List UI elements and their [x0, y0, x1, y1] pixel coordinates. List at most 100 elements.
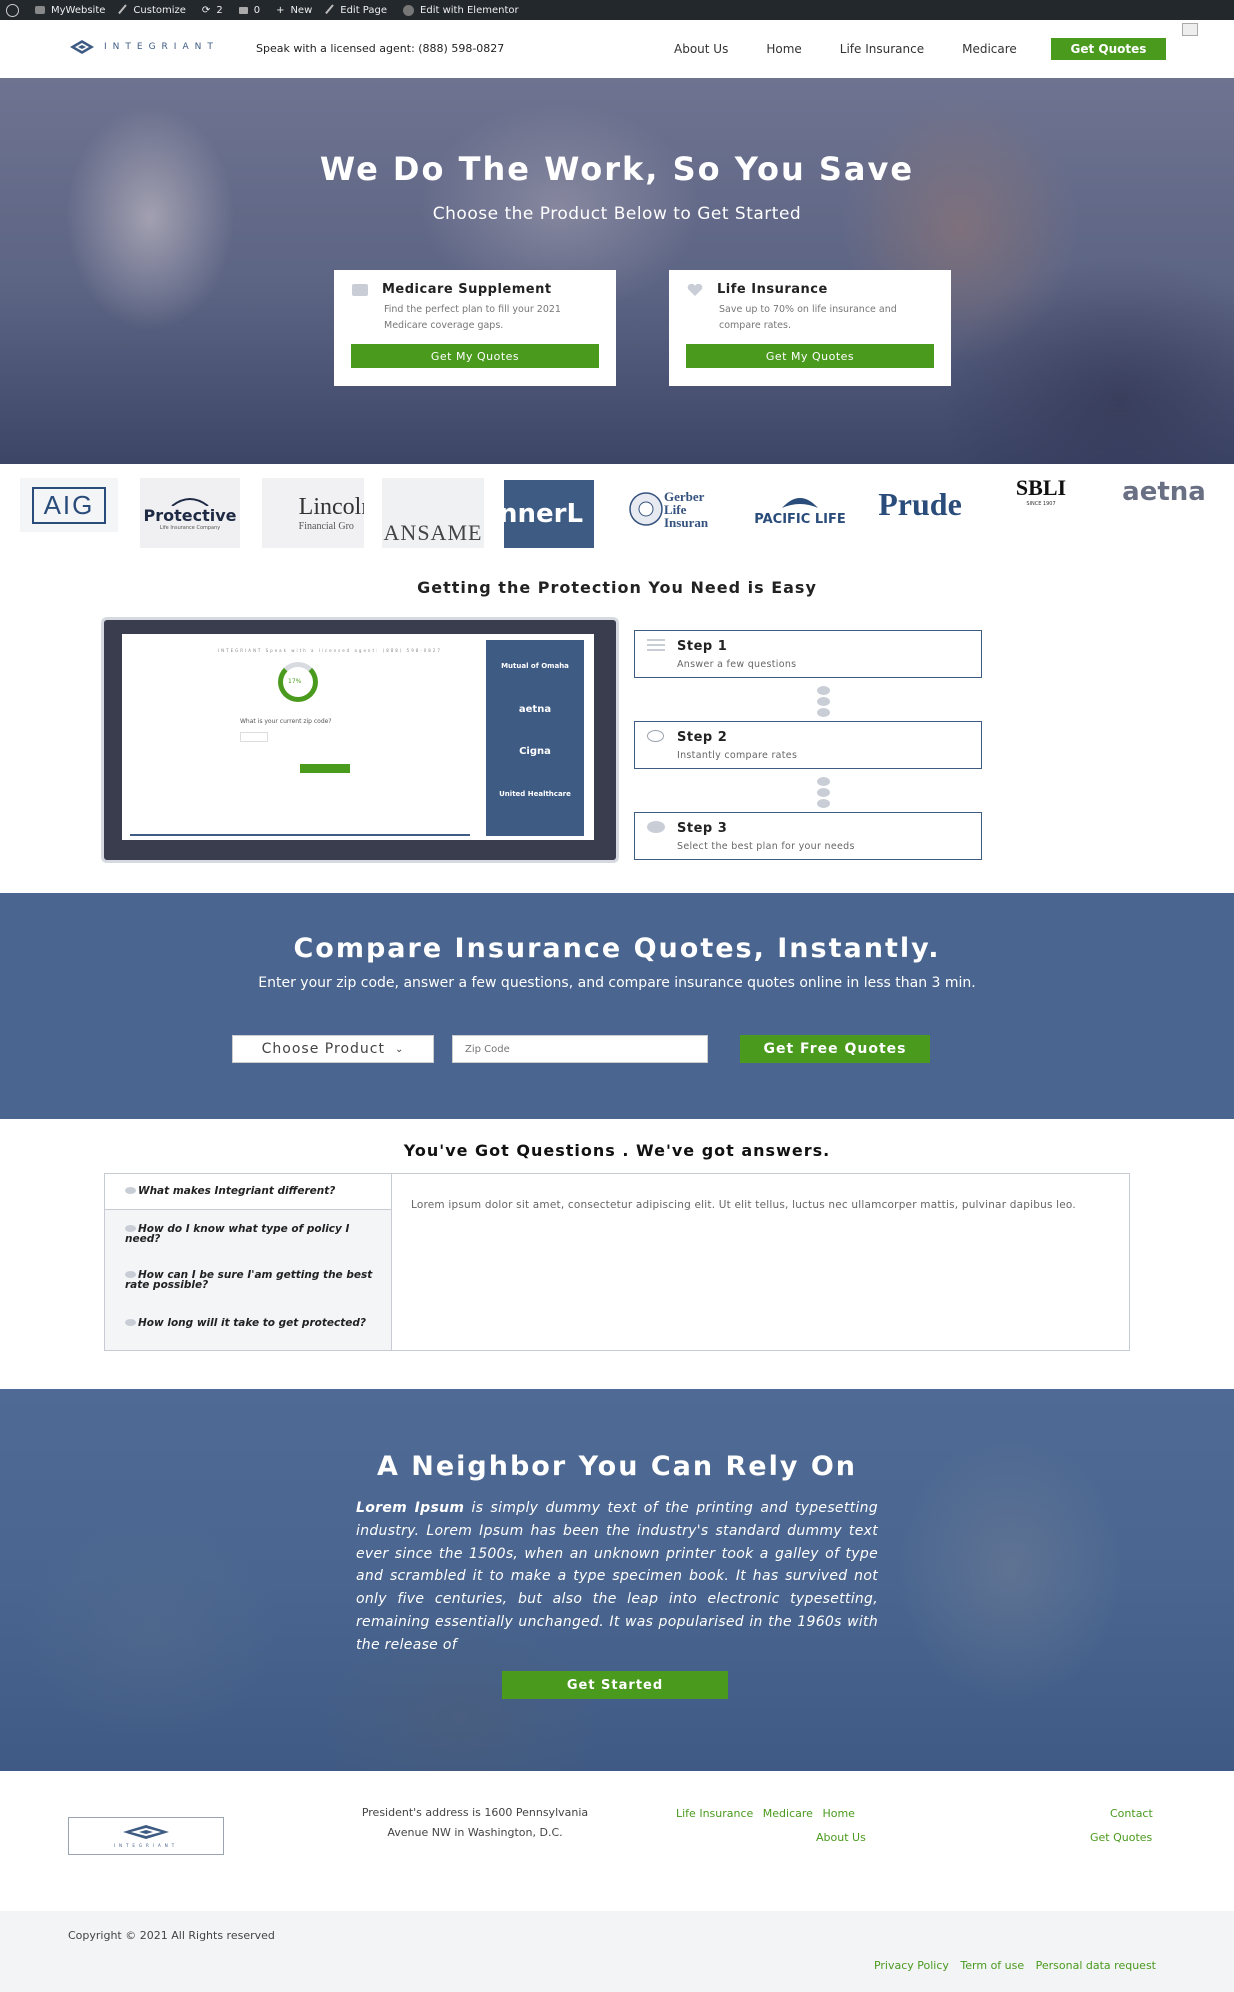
hero-title: We Do The Work, So You Save	[319, 150, 915, 188]
faq-answer: Lorem ipsum dolor sit amet, consectetur …	[411, 1199, 1076, 1211]
compare-section: Compare Insurance Quotes, Instantly. Ent…	[0, 893, 1234, 1119]
life-card-title: Life Insurance	[717, 282, 828, 297]
faq-tab-1[interactable]: What makes Integriant different?	[105, 1174, 391, 1210]
pacific-logo-text: PACIFIC LIFE	[754, 511, 846, 527]
faq-box: What makes Integriant different? How do …	[104, 1173, 1130, 1351]
logo-text: INTEGRIANT	[104, 42, 219, 52]
gerber-logo-text: Gerber Life Insuran	[664, 488, 709, 530]
tablet-logo-united: United Healthcare	[499, 790, 571, 798]
faq-divider	[391, 1174, 392, 1350]
get-started-button[interactable]: Get Started	[502, 1671, 728, 1699]
aetna-logo-text: aetna	[1122, 477, 1206, 507]
admin-elementor-link[interactable]: Edit with Elementor	[403, 4, 519, 16]
whale-tail-icon	[782, 497, 818, 508]
faq-tab-4[interactable]: How long will it take to get protected?	[105, 1302, 391, 1350]
main-nav: About Us Home Life Insurance Medicare	[655, 40, 1036, 58]
footer-link-medicare[interactable]: Medicare	[763, 1807, 813, 1820]
hero-section: We Do The Work, So You Save Choose the P…	[0, 78, 1234, 464]
footer-link-life-insurance[interactable]: Life Insurance	[676, 1807, 753, 1820]
lincoln-logo: Lincoln Financial Gro	[262, 478, 364, 548]
comment-icon	[125, 1187, 136, 1194]
admin-site-link[interactable]: MyWebsite	[35, 5, 105, 16]
transamerica-logo: ANSAME	[382, 478, 484, 548]
tablet-progress-bar	[130, 834, 470, 836]
footer-link-about[interactable]: About Us	[816, 1831, 866, 1844]
nav-medicare[interactable]: Medicare	[943, 40, 1036, 58]
faq-question-1: What makes Integriant different?	[138, 1185, 336, 1197]
admin-new-link[interactable]: + New	[276, 5, 312, 16]
data-request-link[interactable]: Personal data request	[1036, 1959, 1156, 1972]
life-insurance-card: Life Insurance Save up to 70% on life in…	[669, 270, 951, 386]
privacy-policy-link[interactable]: Privacy Policy	[874, 1959, 949, 1972]
nav-about-us[interactable]: About Us	[655, 40, 747, 58]
tablet-sidebar: Mutual of Omaha aetna Cigna United Healt…	[486, 640, 584, 836]
admin-comments-count: 0	[253, 4, 261, 16]
admin-new-label: New	[290, 4, 313, 16]
footer-link-home[interactable]: Home	[822, 1807, 854, 1820]
protective-logo: Protective Life Insurance Company	[140, 478, 240, 548]
faq-tab-2[interactable]: How do I know what type of policy I need…	[105, 1210, 391, 1256]
nav-life-insurance[interactable]: Life Insurance	[821, 40, 943, 58]
banner-life-logo: nnerL	[504, 480, 594, 548]
user-avatar-icon[interactable]	[1182, 23, 1198, 36]
protective-logo-sub: Life Insurance Company	[159, 524, 221, 531]
admin-comments-link[interactable]: 0	[238, 4, 261, 16]
step-3-desc: Select the best plan for your needs	[677, 841, 855, 852]
tablet-progress-label: 17%	[288, 678, 302, 685]
comment-icon	[125, 1271, 136, 1278]
terms-link[interactable]: Term of use	[960, 1959, 1024, 1972]
step-3-icon	[647, 821, 665, 833]
get-free-quotes-button[interactable]: Get Free Quotes	[740, 1035, 930, 1063]
logo-mark-icon	[70, 40, 94, 54]
wordpress-icon[interactable]	[6, 3, 19, 17]
admin-customize-link[interactable]: Customize	[118, 3, 186, 17]
step-3-card: Step 3 Select the best plan for your nee…	[634, 812, 982, 860]
heart-icon	[687, 283, 703, 296]
banner-logo-text: nnerL	[504, 499, 584, 529]
step-3-title: Step 3	[677, 821, 728, 836]
step-1-title: Step 1	[677, 639, 728, 654]
faq-tab-3[interactable]: How can I be sure I'am getting the best …	[105, 1256, 391, 1302]
life-card-desc: Save up to 70% on life insurance and com…	[719, 304, 897, 331]
nav-home[interactable]: Home	[747, 40, 820, 58]
admin-updates-count: 2	[216, 4, 223, 16]
get-quotes-button[interactable]: Get Quotes	[1051, 38, 1166, 60]
tablet-logo-cigna: Cigna	[519, 746, 551, 757]
tablet-zip-input	[240, 732, 268, 742]
step-2-title: Step 2	[677, 730, 728, 745]
footer-link-get-quotes[interactable]: Get Quotes	[1090, 1831, 1152, 1844]
neighbor-text: Lorem Ipsum is simply dummy text of the …	[356, 1497, 878, 1657]
footer-logo[interactable]: INTEGRIANT	[68, 1817, 224, 1855]
admin-bar: MyWebsite Customize ⟳ 2 0 + New Edit Page …	[0, 0, 1234, 20]
admin-edit-page-link[interactable]: Edit Page	[325, 3, 387, 17]
card-icon	[352, 283, 368, 296]
site-footer: INTEGRIANT President's address is 1600 P…	[0, 1771, 1234, 1992]
step-2-card: Step 2 Instantly compare rates	[634, 721, 982, 769]
faq-tabs: What makes Integriant different? How do …	[105, 1174, 391, 1350]
lincoln-logo-sub: Financial Gro	[298, 521, 354, 532]
medicare-card-desc: Find the perfect plan to fill your 2021 …	[384, 304, 561, 331]
copyright: Copyright © 2021 All Rights reserved	[68, 1929, 275, 1942]
tablet-question: What is your current zip code?	[240, 718, 332, 725]
life-get-quotes-button[interactable]: Get My Quotes	[686, 344, 934, 368]
legal-links: Privacy Policy Term of use Personal data…	[866, 1959, 1156, 1972]
aetna-logo: aetna	[1108, 474, 1220, 510]
zip-code-input[interactable]	[452, 1035, 708, 1063]
elementor-icon	[403, 4, 415, 16]
site-header: INTEGRIANT Speak with a licensed agent: …	[0, 20, 1234, 78]
footer-link-contact[interactable]: Contact	[1110, 1807, 1153, 1820]
admin-updates-link[interactable]: ⟳ 2	[202, 5, 223, 16]
home-icon	[35, 6, 45, 14]
sbli-logo-text: SBLI	[1015, 475, 1067, 500]
faq-question-4: How long will it take to get protected?	[138, 1317, 366, 1329]
agent-phone: Speak with a licensed agent: (888) 598-0…	[256, 42, 505, 55]
compare-subtitle: Enter your zip code, answer a few questi…	[258, 975, 976, 991]
medicare-get-quotes-button[interactable]: Get My Quotes	[351, 344, 599, 368]
site-logo[interactable]: INTEGRIANT	[70, 40, 219, 54]
compare-title: Compare Insurance Quotes, Instantly.	[293, 933, 941, 964]
product-select[interactable]: Choose Product ⌄	[232, 1035, 434, 1063]
protective-logo-text: Protective	[143, 505, 237, 525]
step-1-card: Step 1 Answer a few questions	[634, 630, 982, 678]
pencil-icon	[325, 3, 338, 17]
product-select-label: Choose Product	[261, 1041, 385, 1057]
